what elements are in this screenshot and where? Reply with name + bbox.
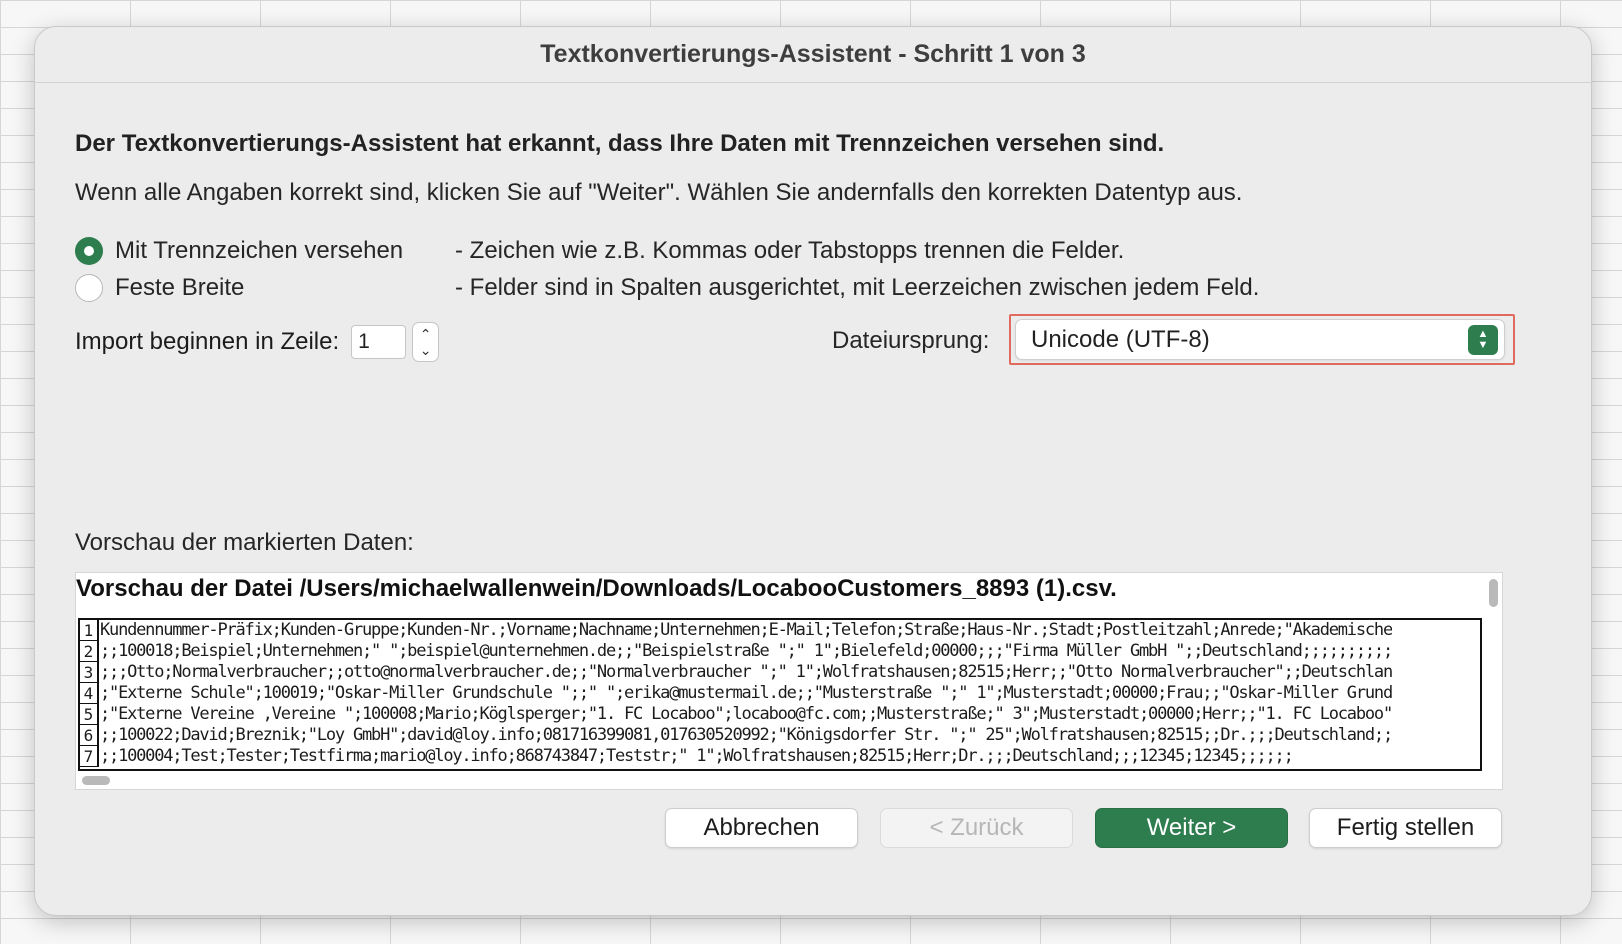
file-origin-select[interactable]: Unicode (UTF-8) ▲ ▼ (1015, 319, 1505, 360)
vertical-scrollbar[interactable] (1489, 579, 1498, 607)
detection-heading: Der Textkonvertierungs-Assistent hat erk… (75, 130, 1165, 157)
row-content: ;"Externe Vereine ,Vereine ";100008;Mari… (100, 704, 1392, 724)
table-row: 2 ;;100018;Beispiel;Unternehmen;" ";beis… (80, 641, 1480, 662)
table-row: 6 ;;100022;David;Breznik;"Loy GmbH";davi… (80, 725, 1480, 746)
horizontal-scrollbar[interactable] (82, 776, 110, 785)
chevron-down-icon[interactable]: ⌄ (420, 342, 432, 358)
import-start-label: Import beginnen in Zeile: (75, 328, 340, 355)
row-number: 6 (80, 725, 99, 746)
row-content: ;;;Otto;Normalverbraucher;;otto@normalve… (100, 662, 1392, 682)
text-import-wizard-dialog: Textkonvertierungs-Assistent - Schritt 1… (34, 26, 1592, 916)
row-content: ;;100018;Beispiel;Unternehmen;" ";beispi… (100, 641, 1392, 661)
radio-selected-icon[interactable] (75, 237, 103, 265)
table-row: 5 ;"Externe Vereine ,Vereine ";100008;Ma… (80, 704, 1480, 725)
import-start-input[interactable] (351, 325, 407, 359)
option-fixed-width-description: - Felder sind in Spalten ausgerichtet, m… (455, 274, 1260, 301)
row-content: ;"Externe Schule";100019;"Oskar-Miller G… (100, 683, 1392, 703)
preview-caption: Vorschau der markierten Daten: (75, 529, 414, 556)
option-delimited-description: - Zeichen wie z.B. Kommas oder Tabstopps… (455, 237, 1125, 264)
option-delimited[interactable]: Mit Trennzeichen versehen - Zeichen wie … (75, 237, 1124, 265)
option-fixed-width[interactable]: Feste Breite - Felder sind in Spalten au… (75, 274, 1259, 302)
row-content: Kundennummer-Präfix;Kunden-Gruppe;Kunden… (100, 620, 1392, 640)
radio-unselected-icon[interactable] (75, 274, 103, 302)
instruction-text: Wenn alle Angaben korrekt sind, klicken … (75, 179, 1243, 206)
option-fixed-width-label: Feste Breite (115, 274, 245, 301)
file-origin-value: Unicode (UTF-8) (1031, 325, 1210, 353)
dialog-title: Textkonvertierungs-Assistent - Schritt 1… (35, 27, 1591, 83)
row-number: 7 (80, 746, 99, 767)
row-content: ;;100004;Test;Tester;Testfirma;mario@loy… (100, 746, 1293, 766)
row-number: 2 (80, 641, 99, 662)
chevron-up-icon[interactable]: ⌃ (420, 326, 432, 342)
cancel-button[interactable]: Abbrechen (665, 808, 858, 848)
preview-pane[interactable]: Vorschau der Datei /Users/michaelwallenw… (75, 572, 1503, 790)
table-row: 4 ;"Externe Schule";100019;"Oskar-Miller… (80, 683, 1480, 704)
back-button[interactable]: < Zurück (880, 808, 1073, 848)
table-row: 1 Kundennummer-Präfix;Kunden-Gruppe;Kund… (80, 620, 1480, 641)
import-start-row: Import beginnen in Zeile: ⌃ ⌄ (75, 322, 440, 362)
row-number: 3 (80, 662, 99, 683)
import-start-stepper[interactable]: ⌃ ⌄ (412, 322, 440, 362)
row-number: 1 (80, 620, 99, 641)
table-row: 7 ;;100004;Test;Tester;Testfirma;mario@l… (80, 746, 1480, 767)
row-number: 5 (80, 704, 99, 725)
file-origin-label: Dateiursprung: (832, 327, 990, 354)
table-row: 3 ;;;Otto;Normalverbraucher;;otto@normal… (80, 662, 1480, 683)
select-arrows-icon: ▲ ▼ (1468, 325, 1498, 355)
preview-file-title: Vorschau der Datei /Users/michaelwallenw… (76, 575, 1117, 602)
option-delimited-label: Mit Trennzeichen versehen (115, 237, 404, 264)
finish-button[interactable]: Fertig stellen (1309, 808, 1502, 848)
next-button[interactable]: Weiter > (1095, 808, 1288, 848)
row-content: ;;100022;David;Breznik;"Loy GmbH";david@… (100, 725, 1392, 745)
row-number: 4 (80, 683, 99, 704)
preview-data-table: 1 Kundennummer-Präfix;Kunden-Gruppe;Kund… (78, 618, 1482, 771)
